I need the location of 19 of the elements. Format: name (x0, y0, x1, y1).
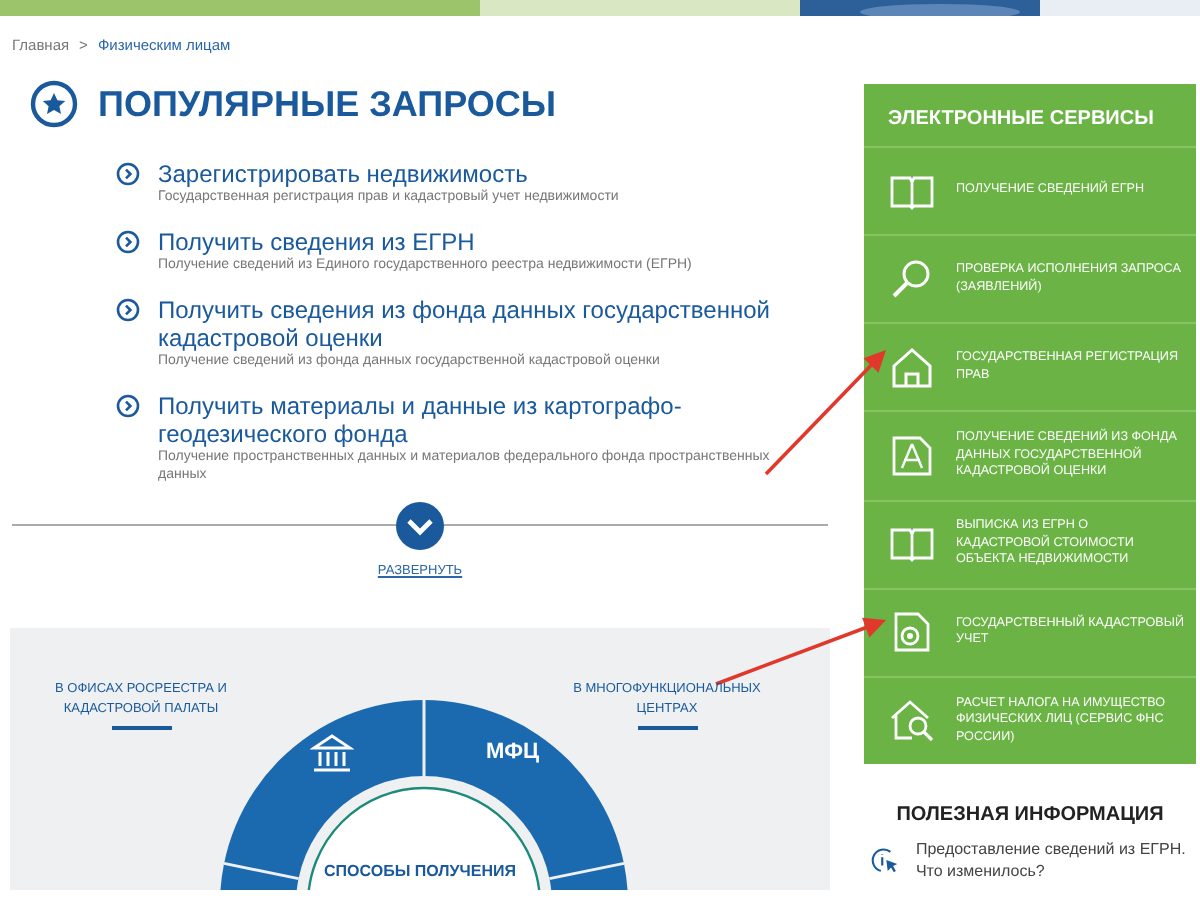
compass-document-icon (888, 431, 936, 480)
house-search-icon (888, 696, 936, 745)
building-icon (310, 732, 354, 776)
request-link[interactable]: Зарегистрировать недвижимость (158, 160, 818, 188)
chevron-right-icon[interactable] (116, 394, 140, 418)
request-link[interactable]: Получить сведения из ЕГРН (158, 228, 818, 256)
house-icon (888, 343, 936, 392)
panel-title: ЭЛЕКТРОННЫЕ СЕРВИСЫ (886, 106, 1156, 134)
chevron-right-icon[interactable] (116, 230, 140, 254)
chevron-right-icon[interactable] (116, 298, 140, 322)
diagram-center-label: СПОСОБЫ ПОЛУЧЕНИЯ (322, 862, 518, 880)
request-link[interactable]: Получить материалы и данные из картографо-геодезического фонда (158, 392, 818, 448)
segment-label: МФЦ (486, 740, 540, 764)
request-link[interactable]: Получить сведения из фонда данных государственной кадастровой оценки (158, 296, 818, 352)
section-title: ПОЛЕЗНАЯ ИНФОРМАЦИЯ (896, 804, 1164, 826)
chevron-right-icon[interactable] (116, 162, 140, 186)
expand-button[interactable] (394, 500, 446, 552)
section-title: ПОПУЛЯРНЫЕ ЗАПРОСЫ (98, 83, 556, 125)
info-link[interactable]: Предоставление сведений из ЕГРН. Что изменилось? (915, 838, 1190, 882)
